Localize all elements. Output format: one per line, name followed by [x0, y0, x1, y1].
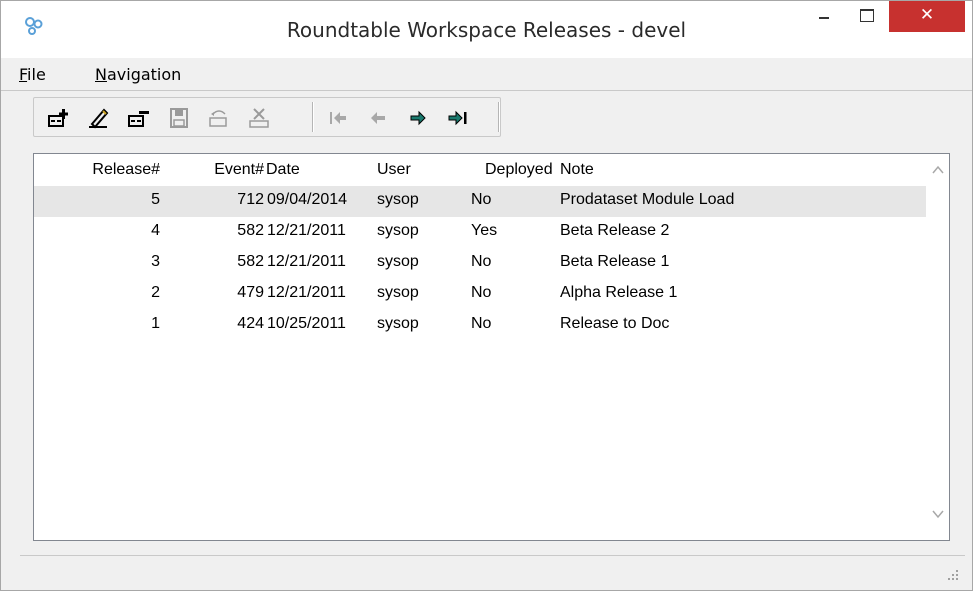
toolbar — [33, 97, 501, 137]
cell-deployed: No — [471, 253, 492, 270]
minimize-button[interactable] — [807, 1, 841, 32]
table-row[interactable]: 2 479 12/21/2011 sysop No Alpha Release … — [34, 279, 926, 310]
cell-user: sysop — [377, 222, 419, 239]
cell-date: 12/21/2011 — [267, 222, 346, 239]
title-bar[interactable]: Roundtable Workspace Releases - devel ✕ — [1, 1, 972, 58]
app-window: Roundtable Workspace Releases - devel ✕ … — [0, 0, 973, 591]
status-bar — [20, 555, 965, 587]
toolbar-divider — [312, 102, 314, 132]
menu-navigation[interactable]: Navigation — [95, 65, 181, 84]
cell-date: 12/21/2011 — [267, 253, 346, 270]
cell-event: 712 — [237, 191, 264, 208]
menu-divider — [1, 90, 972, 91]
column-header-date[interactable]: Date — [266, 161, 386, 179]
cell-note: Release to Doc — [560, 315, 670, 332]
maximize-button[interactable] — [846, 1, 886, 32]
first-record-icon[interactable] — [326, 106, 350, 130]
undo-icon[interactable] — [207, 106, 231, 130]
delete-release-icon[interactable] — [127, 106, 151, 130]
edit-release-icon[interactable] — [87, 106, 111, 130]
menu-bar: File Navigation — [1, 58, 972, 90]
cell-user: sysop — [377, 284, 419, 301]
cell-release: 4 — [151, 222, 160, 239]
add-release-icon[interactable] — [47, 106, 71, 130]
cancel-icon[interactable] — [247, 106, 271, 130]
toolbar-end-divider — [498, 102, 500, 132]
cell-note: Prodataset Module Load — [560, 191, 735, 208]
scroll-up-icon[interactable] — [930, 162, 946, 178]
cell-event: 424 — [237, 315, 264, 332]
save-icon[interactable] — [167, 106, 191, 130]
table-row[interactable]: 4 582 12/21/2011 sysop Yes Beta Release … — [34, 217, 926, 248]
last-record-icon[interactable] — [446, 106, 470, 130]
cell-user: sysop — [377, 315, 419, 332]
cell-date: 12/21/2011 — [267, 284, 346, 301]
next-record-icon[interactable] — [406, 106, 430, 130]
cell-deployed: No — [471, 191, 492, 208]
column-header-note[interactable]: Note — [560, 161, 910, 179]
cell-deployed: No — [471, 315, 492, 332]
cell-release: 5 — [151, 191, 160, 208]
cell-deployed: Yes — [471, 222, 498, 239]
scroll-down-icon[interactable] — [930, 506, 946, 522]
cell-event: 479 — [237, 284, 264, 301]
grid-header: Release# Event# Date User Deployed Note — [34, 154, 926, 186]
cell-date: 09/04/2014 — [267, 191, 348, 208]
table-row[interactable]: 3 582 12/21/2011 sysop No Beta Release 1 — [34, 248, 926, 279]
column-header-release[interactable]: Release# — [34, 161, 160, 179]
cell-note: Alpha Release 1 — [560, 284, 678, 301]
cell-user: sysop — [377, 253, 419, 270]
cell-release: 3 — [151, 253, 160, 270]
resize-grip-icon[interactable] — [947, 569, 959, 581]
close-button[interactable]: ✕ — [889, 1, 965, 32]
releases-grid[interactable]: Release# Event# Date User Deployed Note … — [33, 153, 950, 541]
cell-deployed: No — [471, 284, 492, 301]
cell-event: 582 — [237, 222, 264, 239]
cell-user: sysop — [377, 191, 419, 208]
table-row[interactable]: 1 424 10/25/2011 sysop No Release to Doc — [34, 310, 926, 341]
cell-release: 2 — [151, 284, 160, 301]
cell-note: Beta Release 1 — [560, 253, 670, 270]
cell-note: Beta Release 2 — [560, 222, 670, 239]
cell-event: 582 — [237, 253, 264, 270]
column-header-event[interactable]: Event# — [170, 161, 264, 179]
table-row[interactable]: 5 712 09/04/2014 sysop No Prodataset Mod… — [34, 186, 926, 217]
cell-release: 1 — [151, 315, 160, 332]
cell-date: 10/25/2011 — [267, 315, 346, 332]
vertical-scrollbar[interactable] — [927, 154, 949, 540]
menu-file[interactable]: File — [19, 65, 46, 84]
previous-record-icon[interactable] — [366, 106, 390, 130]
column-header-user[interactable]: User — [377, 161, 467, 179]
